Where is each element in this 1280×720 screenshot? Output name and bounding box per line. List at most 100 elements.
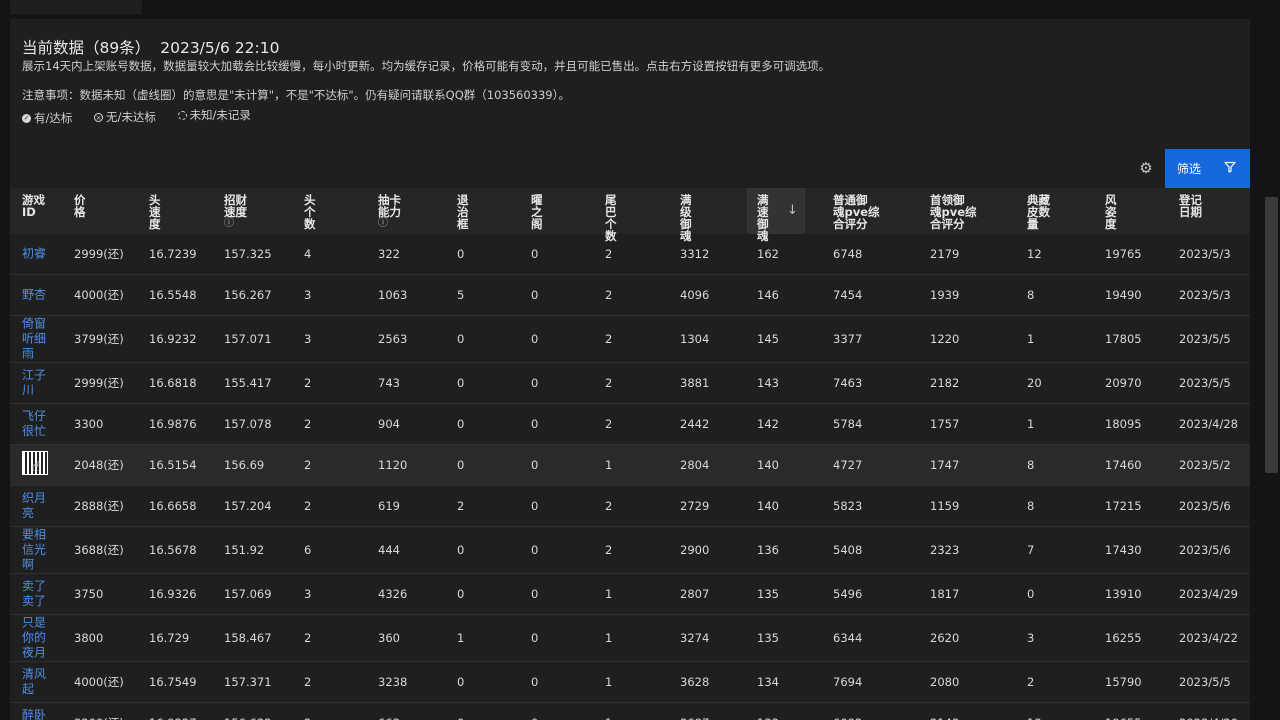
column-header[interactable]: 退治框 [457, 194, 469, 230]
table-cell: 2620 [930, 631, 960, 645]
column-header[interactable]: 头速度 [149, 194, 161, 230]
table-row[interactable]: ☝ 2048(还) 16.5154 156.69 2 1120 0 0 1 2804 140 4727… [10, 445, 1250, 486]
table-cell: 158.467 [224, 631, 272, 645]
table-cell: 2023/5/3 [1179, 288, 1231, 302]
table-header: 游戏 ID 价格头速度招财 速度 ⓘ 头个数抽卡 能力 ⓘ 退治框曜之阁尾巴个数满级御魂 ↓ 满速御… [10, 188, 1250, 242]
table-cell: 15790 [1105, 675, 1142, 689]
table-row[interactable]: 倚窗听细雨 3799(还) 16.9232 157.071 3 2563 0 0 2 1304 14… [10, 316, 1250, 363]
column-header[interactable]: 抽卡 能力 ⓘ [378, 194, 401, 230]
column-header[interactable]: 风姿度 [1105, 194, 1117, 230]
game-id-link[interactable]: 卖了卖了 [22, 579, 50, 609]
column-header[interactable]: 游戏 ID [22, 194, 45, 218]
table-cell: 0 [531, 631, 539, 645]
table-row[interactable]: 只是你的夜月 3800 16.729 158.467 2 360 1 0 1 3274 135 634… [10, 615, 1250, 662]
table-cell: 2 [605, 543, 613, 557]
column-header[interactable]: 曜之阁 [531, 194, 543, 230]
table-cell: 3238 [378, 675, 408, 689]
table-cell: 156.632 [224, 716, 272, 720]
table-cell: 16.9876 [149, 417, 197, 431]
table-cell: 322 [378, 247, 400, 261]
table-row[interactable]: 要相信光啊 3688(还) 16.5678 151.92 6 444 0 0 2 2900 136 5… [10, 527, 1250, 574]
table-cell: 12 [1027, 247, 1042, 261]
info-icon[interactable]: ⓘ [224, 218, 247, 230]
table-cell: 13910 [1105, 587, 1142, 601]
table-cell: 743 [378, 376, 400, 390]
filter-button[interactable]: 筛选 [1165, 149, 1250, 188]
dashed-circle-icon [177, 110, 187, 120]
table-cell: 2888(还) [74, 499, 124, 513]
table-cell: 1 [457, 631, 465, 645]
table-cell: 0 [531, 288, 539, 302]
info-icon[interactable]: ⓘ [378, 218, 401, 230]
table-cell: 143 [757, 376, 779, 390]
table-cell: 16.9227 [149, 716, 197, 720]
table-cell: 19490 [1105, 288, 1142, 302]
game-id-link[interactable]: 江子川 [22, 368, 50, 398]
column-header[interactable]: 首领御 魂pve综 合评分 [930, 194, 977, 230]
table-body: 初睿 2999(还) 16.7239 157.325 4 322 0 0 2 3312 162 674… [10, 234, 1250, 720]
table-cell: 3800 [74, 631, 104, 645]
gear-icon[interactable]: ⚙ [1137, 159, 1155, 177]
column-header[interactable]: 登记 日期 [1179, 194, 1202, 218]
table-cell: 3 [304, 587, 312, 601]
table-cell: 2 [605, 288, 613, 302]
table-cell: 6748 [833, 247, 863, 261]
game-id-link[interactable]: ☝ [22, 451, 50, 479]
table-row[interactable]: 江子川 2999(还) 16.6818 155.417 2 743 0 0 2 3881 143 74… [10, 363, 1250, 404]
table-cell: 7454 [833, 288, 863, 302]
table-cell: 1220 [930, 332, 960, 346]
table-row[interactable]: 织月亮 2888(还) 16.6658 157.204 2 619 2 0 2 2729 140 58… [10, 486, 1250, 527]
table-cell: 5496 [833, 587, 863, 601]
table-cell: 156.69 [224, 458, 265, 472]
table-row[interactable]: 醉卧山河 3200(还) 16.9227 156.632 2 663 0 0 1 3687 133 6… [10, 703, 1250, 720]
game-id-link[interactable]: 要相信光啊 [22, 528, 50, 573]
tab-current-data[interactable] [10, 0, 142, 14]
table-cell: 6082 [833, 716, 862, 720]
game-id-link[interactable]: 初睿 [22, 247, 50, 262]
table-cell: 0 [531, 587, 539, 601]
table-cell: 0 [531, 376, 539, 390]
table-cell: 444 [378, 543, 400, 557]
game-id-link[interactable]: 织月亮 [22, 491, 50, 521]
game-id-link[interactable]: 飞仔很忙 [22, 409, 50, 439]
column-header[interactable]: 典藏 皮数量 [1027, 194, 1050, 230]
table-cell: 0 [531, 716, 538, 720]
table-row[interactable]: 初睿 2999(还) 16.7239 157.325 4 322 0 0 2 3312 162 674… [10, 234, 1250, 275]
qr-code-icon[interactable]: ☝ [22, 451, 48, 475]
table-row[interactable]: 野杏 4000(还) 16.5548 156.267 3 1063 5 0 2 4096 146 74… [10, 275, 1250, 316]
game-id-link[interactable]: 野杏 [22, 288, 50, 303]
filter-button-label: 筛选 [1177, 162, 1202, 176]
table-row[interactable]: 卖了卖了 3750 16.9326 157.069 3 4326 0 0 1 2807 135 549… [10, 574, 1250, 615]
table-cell: 3 [1027, 631, 1035, 645]
table-cell: 1 [605, 458, 613, 472]
column-header[interactable]: 价格 [74, 194, 86, 218]
table-cell: 2023/5/5 [1179, 376, 1231, 390]
table-cell: 140 [757, 458, 779, 472]
table-row[interactable]: 飞仔很忙 3300 16.9876 157.078 2 904 0 0 2 2442 142 5784… [10, 404, 1250, 445]
table-cell: 619 [378, 499, 400, 513]
column-header[interactable]: 头个数 [304, 194, 316, 230]
column-header[interactable]: 招财 速度 ⓘ [224, 194, 247, 230]
column-header[interactable]: 普通御 魂pve综 合评分 [833, 194, 880, 230]
game-id-link[interactable]: 只是你的夜月 [22, 616, 50, 661]
table-cell: 4 [304, 247, 312, 261]
table-cell: 17460 [1105, 458, 1142, 472]
game-id-link[interactable]: 清风起 [22, 667, 50, 697]
table-cell: 0 [457, 587, 465, 601]
tab-strip [0, 0, 1280, 18]
table-cell: 7 [1027, 543, 1035, 557]
table-cell: 2023/5/5 [1179, 675, 1231, 689]
game-id-link[interactable]: 醉卧山河 [22, 708, 50, 720]
table-cell: 16.7549 [149, 675, 197, 689]
main-panel: 当前数据（89条） 2023/5/6 22:10 展示14天内上架账号数据，数据量… [10, 19, 1250, 720]
table-row[interactable]: 清风起 4000(还) 16.7549 157.371 2 3238 0 0 1 3628 134 7… [10, 662, 1250, 703]
sort-desc-icon[interactable]: ↓ [787, 203, 798, 218]
table-cell: 2807 [680, 587, 710, 601]
table-cell: 3 [304, 288, 312, 302]
table-cell: 1757 [930, 417, 960, 431]
table-cell: 0 [531, 247, 539, 261]
game-id-link[interactable]: 倚窗听细雨 [22, 317, 50, 362]
vertical-scrollbar[interactable] [1265, 197, 1278, 473]
table-cell: 16.6818 [149, 376, 197, 390]
table-cell: 3312 [680, 247, 710, 261]
